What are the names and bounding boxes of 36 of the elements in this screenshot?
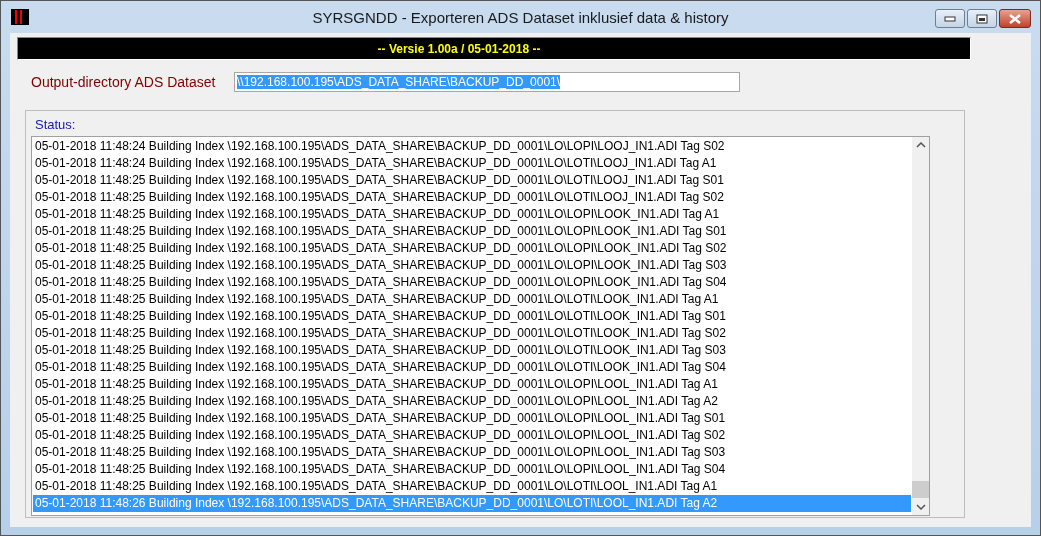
log-row[interactable]: 05-01-2018 11:48:25 Building Index \192.168.100.195\ADS_DATA_SHARE\BACKUP_DD_0001\LO\LOTI\LOOJ_IN1.ADI Tag S02 [33, 189, 911, 206]
output-directory-label: Output-directory ADS Dataset [31, 74, 217, 90]
log-row[interactable]: 05-01-2018 11:48:25 Building Index \192.168.100.195\ADS_DATA_SHARE\BACKUP_DD_0001\LO\LOPI\LOOL_IN1.ADI Tag S02 [33, 427, 911, 444]
log-row[interactable]: 05-01-2018 11:48:25 Building Index \192.168.100.195\ADS_DATA_SHARE\BACKUP_DD_0001\LO\LOTI\LOOK_IN1.ADI Tag S03 [33, 342, 911, 359]
log-row[interactable]: 05-01-2018 11:48:25 Building Index \192.168.100.195\ADS_DATA_SHARE\BACKUP_DD_0001\LO\LOPI\LOOK_IN1.ADI Tag S04 [33, 274, 911, 291]
app-icon[interactable] [11, 9, 29, 25]
log-row[interactable]: 05-01-2018 11:48:25 Building Index \192.168.100.195\ADS_DATA_SHARE\BACKUP_DD_0001\LO\LOPI\LOOK_IN1.ADI Tag S01 [33, 223, 911, 240]
close-icon [1008, 13, 1022, 24]
status-label: Status: [35, 117, 77, 134]
version-banner: -- Versie 1.00a / 05-01-2018 -- [17, 37, 971, 60]
scroll-up-icon[interactable] [915, 142, 926, 148]
log-row[interactable]: 05-01-2018 11:48:25 Building Index \192.168.100.195\ADS_DATA_SHARE\BACKUP_DD_0001\LO\LOTI\LOOK_IN1.ADI Tag S04 [33, 359, 911, 376]
minimize-button[interactable] [935, 9, 965, 28]
close-button[interactable] [999, 9, 1031, 28]
log-row[interactable]: 05-01-2018 11:48:25 Building Index \192.168.100.195\ADS_DATA_SHARE\BACKUP_DD_0001\LO\LOPI\LOOK_IN1.ADI Tag A1 [33, 206, 911, 223]
log-row[interactable]: 05-01-2018 11:48:25 Building Index \192.168.100.195\ADS_DATA_SHARE\BACKUP_DD_0001\LO\LOPI\LOOK_IN1.ADI Tag S03 [33, 257, 911, 274]
scroll-down-icon[interactable] [915, 504, 926, 510]
log-row[interactable]: 05-01-2018 11:48:24 Building Index \192.168.100.195\ADS_DATA_SHARE\BACKUP_DD_0001\LO\LOTI\LOOJ_IN1.ADI Tag A1 [33, 155, 911, 172]
log-row[interactable]: 05-01-2018 11:48:25 Building Index \192.168.100.195\ADS_DATA_SHARE\BACKUP_DD_0001\LO\LOTI\LOOK_IN1.ADI Tag S01 [33, 308, 911, 325]
log-row[interactable]: 05-01-2018 11:48:24 Building Index \192.168.100.195\ADS_DATA_SHARE\BACKUP_DD_0001\LO\LOPI\LOOJ_IN1.ADI Tag S02 [33, 138, 911, 155]
log-row[interactable]: 05-01-2018 11:48:25 Building Index \192.168.100.195\ADS_DATA_SHARE\BACKUP_DD_0001\LO\LOPI\LOOL_IN1.ADI Tag A1 [33, 376, 911, 393]
log-row[interactable]: 05-01-2018 11:48:25 Building Index \192.168.100.195\ADS_DATA_SHARE\BACKUP_DD_0001\LO\LOPI\LOOL_IN1.ADI Tag A2 [33, 393, 911, 410]
minimize-icon [944, 15, 956, 22]
log-row[interactable]: 05-01-2018 11:48:25 Building Index \192.168.100.195\ADS_DATA_SHARE\BACKUP_DD_0001\LO\LOTI\LOOL_IN1.ADI Tag A1 [33, 478, 911, 495]
log-row[interactable]: 05-01-2018 11:48:25 Building Index \192.168.100.195\ADS_DATA_SHARE\BACKUP_DD_0001\LO\LOPI\LOOL_IN1.ADI Tag S01 [33, 410, 911, 427]
log-row[interactable]: 05-01-2018 11:48:25 Building Index \192.168.100.195\ADS_DATA_SHARE\BACKUP_DD_0001\LO\LOTI\LOOJ_IN1.ADI Tag S01 [33, 172, 911, 189]
log-row[interactable]: 05-01-2018 11:48:25 Building Index \192.168.100.195\ADS_DATA_SHARE\BACKUP_DD_0001\LO\LOTI\LOOK_IN1.ADI Tag A1 [33, 291, 911, 308]
maximize-button[interactable] [967, 9, 997, 28]
scrollbar-thumb[interactable] [912, 481, 929, 498]
scrollbar[interactable] [912, 137, 929, 515]
window-title: SYRSGNDD - Exporteren ADS Dataset inklusief data & history [312, 8, 729, 26]
log-row[interactable]: 05-01-2018 11:48:25 Building Index \192.168.100.195\ADS_DATA_SHARE\BACKUP_DD_0001\LO\LOPI\LOOK_IN1.ADI Tag S02 [33, 240, 911, 257]
log-row[interactable]: 05-01-2018 11:48:25 Building Index \192.168.100.195\ADS_DATA_SHARE\BACKUP_DD_0001\LO\LOPI\LOOL_IN1.ADI Tag S04 [33, 461, 911, 478]
log-row[interactable]: 05-01-2018 11:48:25 Building Index \192.168.100.195\ADS_DATA_SHARE\BACKUP_DD_0001\LO\LOPI\LOOL_IN1.ADI Tag S03 [33, 444, 911, 461]
restore-icon [976, 13, 988, 24]
log-row[interactable]: 05-01-2018 11:48:25 Building Index \192.168.100.195\ADS_DATA_SHARE\BACKUP_DD_0001\LO\LOTI\LOOK_IN1.ADI Tag S02 [33, 325, 911, 342]
